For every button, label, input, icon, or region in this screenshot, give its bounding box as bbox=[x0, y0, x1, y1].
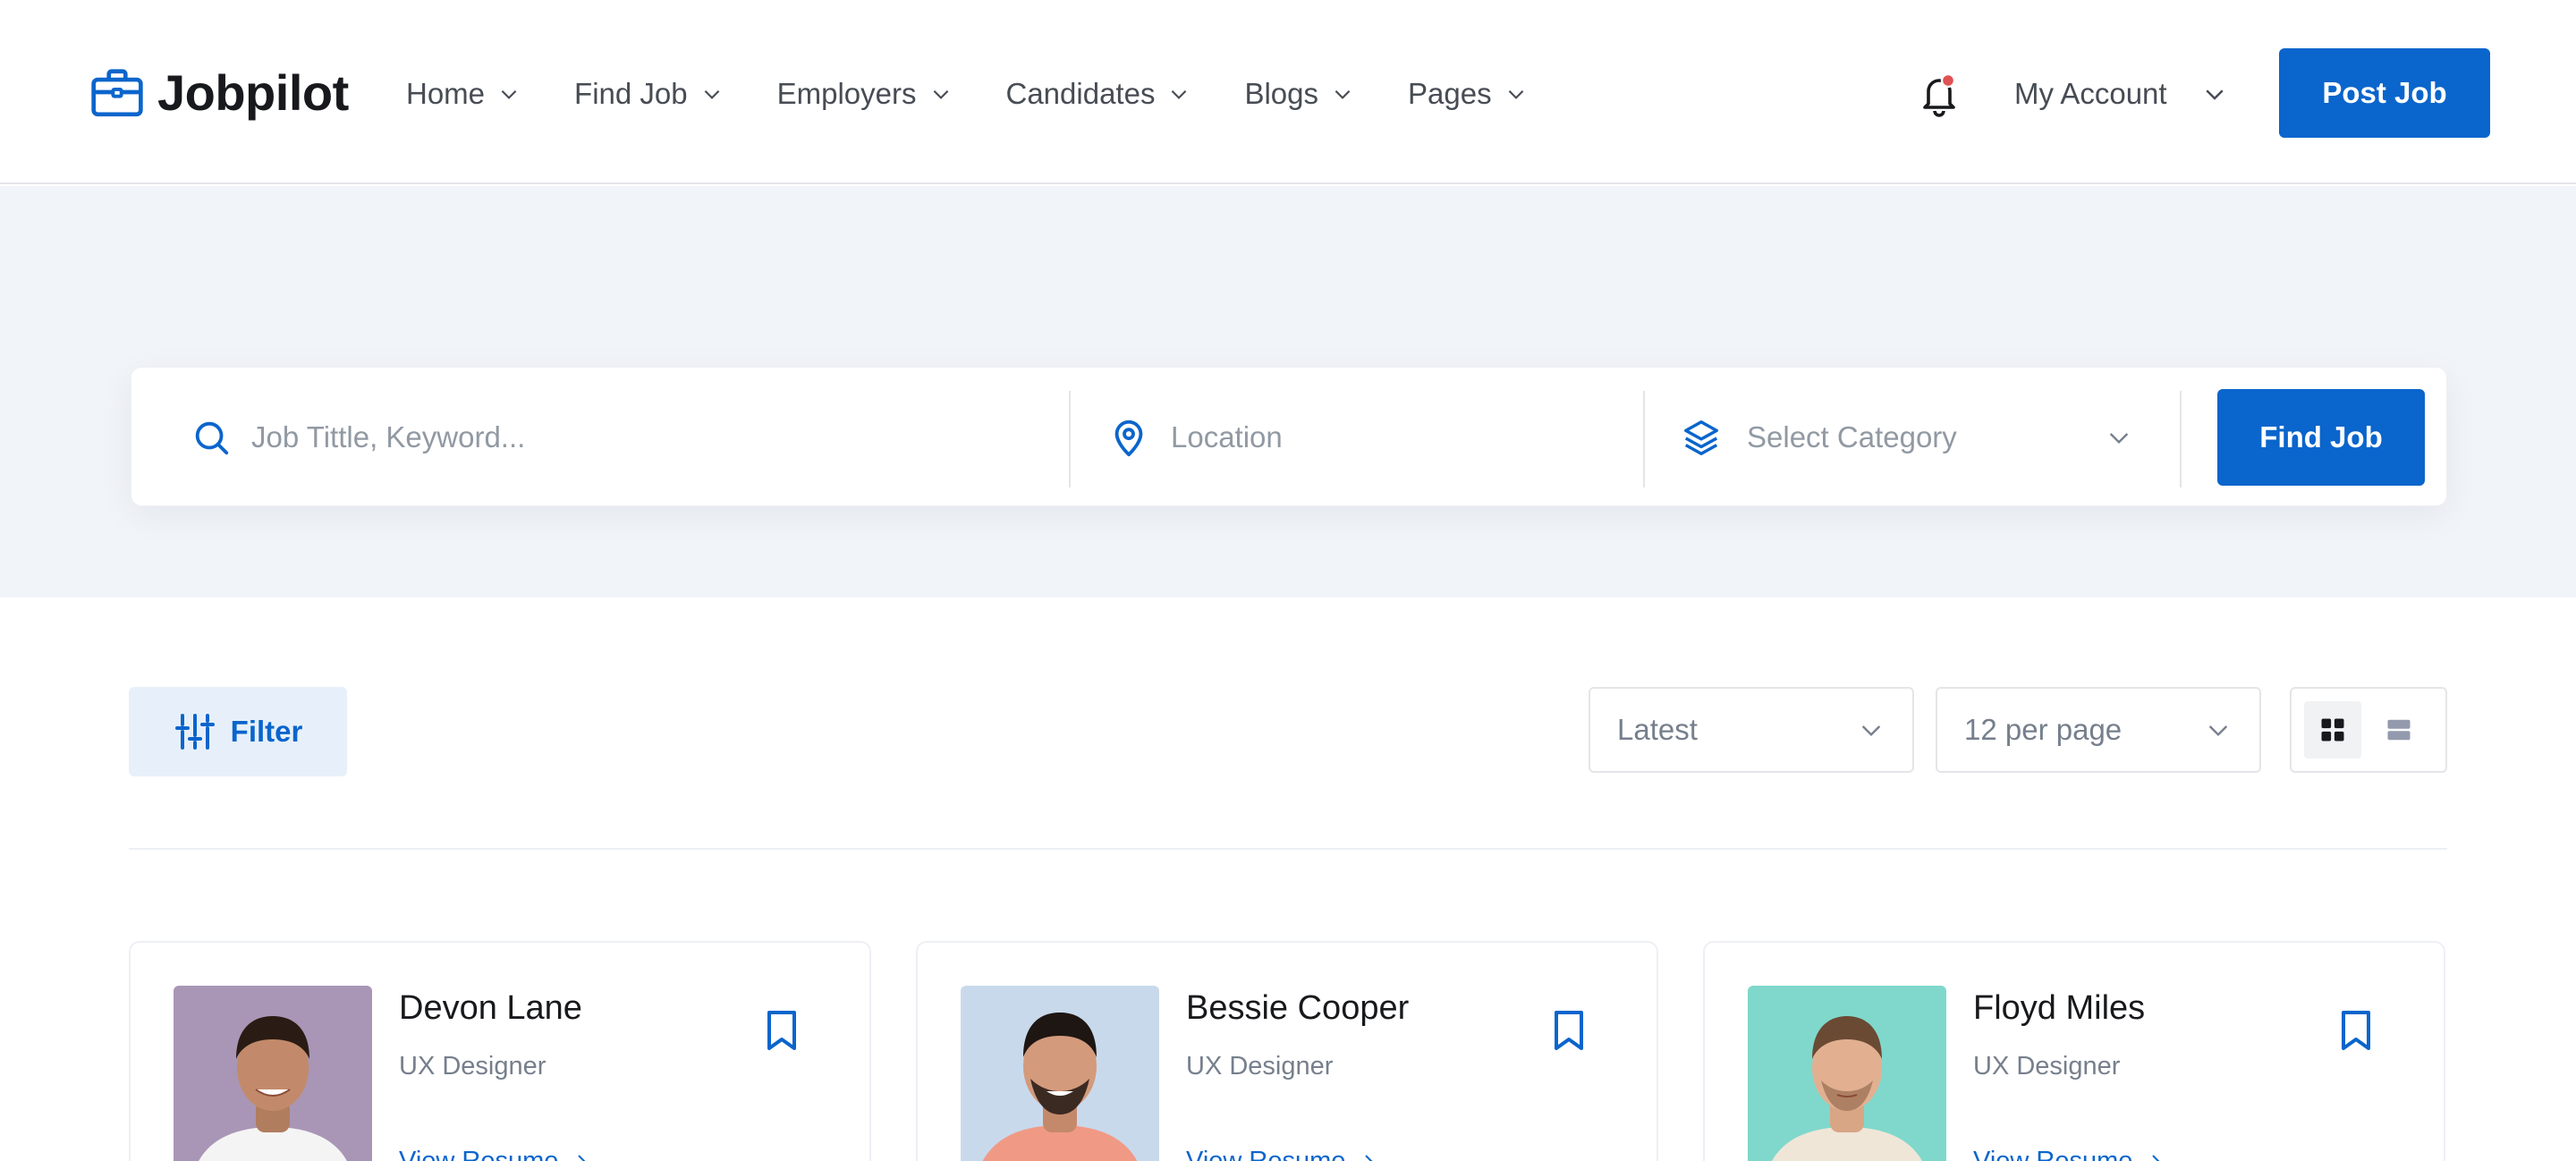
chevron-down-icon bbox=[704, 89, 719, 99]
chevron-right-icon bbox=[2152, 1154, 2161, 1161]
bookmark-icon[interactable] bbox=[760, 1007, 803, 1054]
filter-button[interactable]: Filter bbox=[129, 687, 347, 776]
candidate-photo bbox=[961, 986, 1159, 1161]
nav-item-pages[interactable]: Pages bbox=[1408, 77, 1528, 111]
chevron-down-icon bbox=[2205, 89, 2224, 100]
candidate-card[interactable]: Floyd Miles UX Designer View Resume bbox=[1703, 941, 2445, 1161]
post-job-button[interactable]: Post Job bbox=[2279, 48, 2490, 138]
sliders-icon bbox=[174, 714, 215, 750]
nav-item-label: Pages bbox=[1408, 77, 1492, 110]
candidate-role: UX Designer bbox=[1186, 1052, 1334, 1080]
search-icon bbox=[195, 421, 229, 455]
nav-item-label: Candidates bbox=[1005, 77, 1156, 110]
category-label: Select Category bbox=[1747, 420, 1957, 453]
chevron-down-icon bbox=[1335, 89, 1351, 99]
bookmark-icon[interactable] bbox=[1547, 1007, 1590, 1054]
chevron-down-icon bbox=[1508, 89, 1523, 99]
bookmark-icon[interactable] bbox=[2334, 1007, 2377, 1054]
nav-item-label: Employers bbox=[776, 77, 917, 110]
site-header: Jobpilot Home Find Job Employers Candida… bbox=[0, 0, 2576, 184]
my-account-menu[interactable]: My Account bbox=[2014, 72, 2228, 116]
briefcase-icon bbox=[91, 69, 143, 117]
location-input[interactable] bbox=[1171, 420, 1618, 454]
candidate-photo bbox=[174, 986, 372, 1161]
nav-item-label: Find Job bbox=[574, 77, 688, 110]
my-account-label: My Account bbox=[2014, 77, 2167, 110]
chevron-down-icon bbox=[2208, 725, 2228, 737]
map-pin-icon bbox=[1114, 419, 1143, 457]
chevron-down-icon bbox=[2109, 433, 2129, 445]
location-field[interactable] bbox=[1108, 389, 1627, 486]
chevron-down-icon bbox=[1172, 89, 1187, 99]
chevron-down-icon bbox=[501, 89, 517, 99]
candidate-name: Floyd Miles bbox=[1973, 989, 2146, 1027]
candidate-role: UX Designer bbox=[399, 1052, 547, 1080]
nav-item-blogs[interactable]: Blogs bbox=[1244, 77, 1354, 111]
view-toggle bbox=[2290, 687, 2447, 773]
nav-item-home[interactable]: Home bbox=[406, 77, 521, 111]
view-resume-link[interactable]: View Resume bbox=[1186, 1147, 1379, 1161]
nav-item-employers[interactable]: Employers bbox=[777, 77, 953, 111]
search-bar: Select Category Find Job bbox=[131, 367, 2447, 506]
logo[interactable]: Jobpilot bbox=[89, 63, 349, 122]
divider bbox=[1643, 391, 1645, 487]
main-nav: Home Find Job Employers Candidates Blogs… bbox=[406, 72, 1581, 116]
view-resume-link[interactable]: View Resume bbox=[399, 1147, 592, 1161]
logo-text: Jobpilot bbox=[157, 64, 349, 121]
section-divider bbox=[129, 848, 2447, 850]
list-icon bbox=[2387, 719, 2411, 741]
bell-icon[interactable] bbox=[1918, 72, 1961, 118]
filter-label: Filter bbox=[230, 715, 303, 748]
candidate-name: Devon Lane bbox=[399, 989, 582, 1027]
layers-icon bbox=[1684, 420, 1718, 455]
sort-select[interactable]: Latest bbox=[1589, 687, 1914, 773]
sort-value: Latest bbox=[1617, 713, 1698, 746]
view-resume-label: View Resume bbox=[1973, 1147, 2133, 1161]
per-page-select[interactable]: 12 per page bbox=[1936, 687, 2261, 773]
chevron-right-icon bbox=[1365, 1154, 1374, 1161]
per-page-value: 12 per page bbox=[1964, 713, 2123, 746]
candidate-photo bbox=[1748, 986, 1946, 1161]
candidate-role: UX Designer bbox=[1973, 1052, 2121, 1080]
chevron-right-icon bbox=[578, 1154, 587, 1161]
chevron-down-icon bbox=[933, 89, 948, 99]
nav-item-label: Home bbox=[406, 77, 486, 110]
keyword-field[interactable] bbox=[191, 389, 1192, 486]
grid-view-button[interactable] bbox=[2304, 701, 2361, 758]
nav-item-find-job[interactable]: Find Job bbox=[574, 77, 724, 111]
candidate-card[interactable]: Devon Lane UX Designer View Resume bbox=[129, 941, 871, 1161]
find-job-button[interactable]: Find Job bbox=[2217, 389, 2425, 486]
view-resume-label: View Resume bbox=[399, 1147, 559, 1161]
list-view-button[interactable] bbox=[2370, 701, 2428, 758]
grid-icon bbox=[2321, 718, 2344, 742]
view-resume-label: View Resume bbox=[1186, 1147, 1346, 1161]
category-select[interactable]: Select Category bbox=[1681, 389, 2146, 486]
keyword-input[interactable] bbox=[251, 420, 1146, 454]
view-resume-link[interactable]: View Resume bbox=[1973, 1147, 2166, 1161]
divider bbox=[2180, 391, 2182, 487]
chevron-down-icon bbox=[1861, 725, 1881, 737]
divider bbox=[1069, 391, 1071, 487]
nav-item-label: Blogs bbox=[1244, 77, 1319, 110]
nav-item-candidates[interactable]: Candidates bbox=[1006, 77, 1191, 111]
candidate-name: Bessie Cooper bbox=[1186, 989, 1410, 1027]
candidate-card[interactable]: Bessie Cooper UX Designer View Resume bbox=[916, 941, 1658, 1161]
